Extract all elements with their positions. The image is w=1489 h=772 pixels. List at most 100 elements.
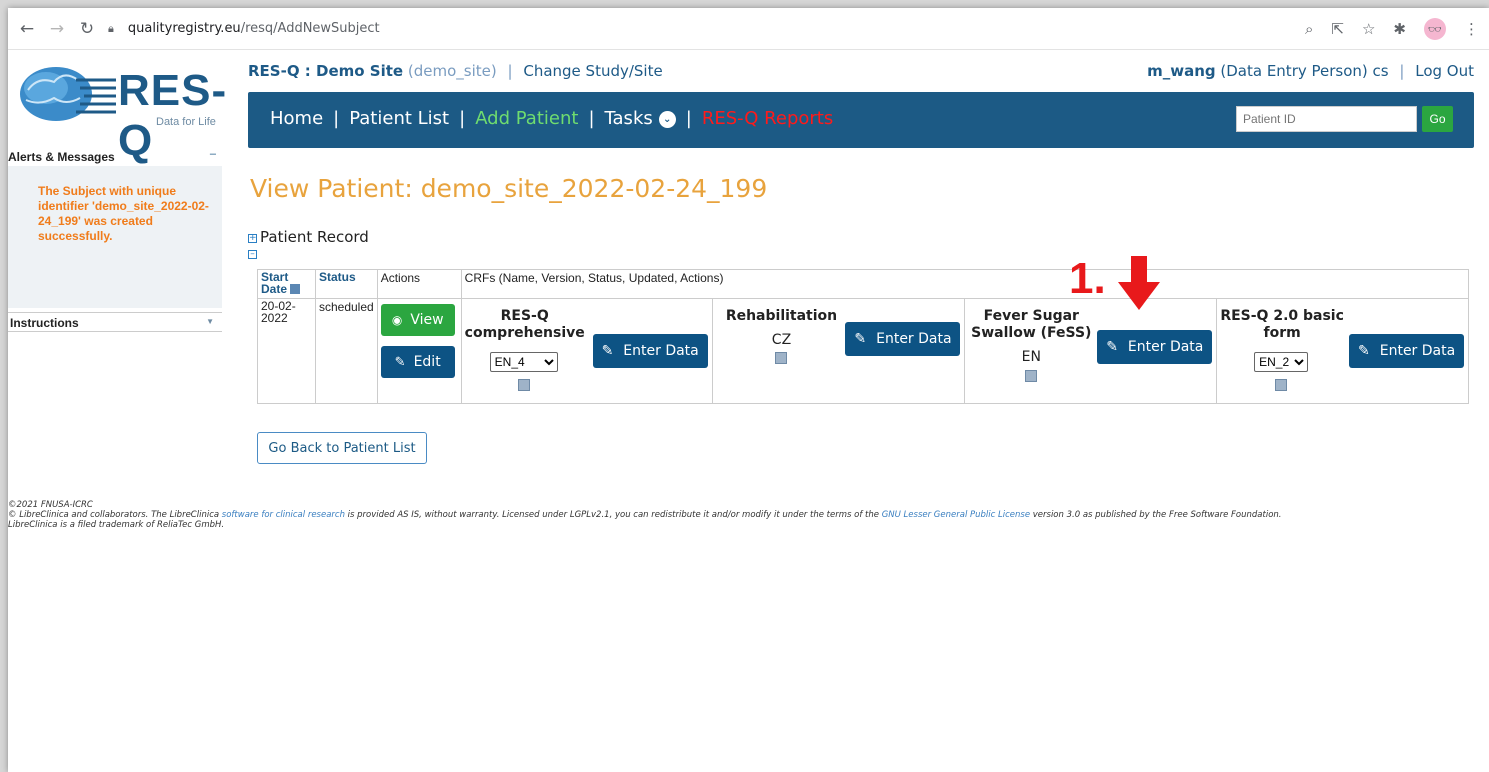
edit-pencil-icon: ✎ (854, 331, 867, 347)
back-arrow-icon[interactable]: ← (16, 19, 38, 39)
address-bar[interactable]: qualityregistry.eu/resq/AddNewSubject (128, 21, 380, 36)
alert-message: The Subject with unique identifier 'demo… (38, 184, 209, 243)
patient-record-label: Patient Record (260, 228, 369, 246)
go-button[interactable]: Go (1422, 106, 1453, 132)
extensions-puzzle-icon[interactable]: ✱ (1393, 20, 1406, 38)
edit-pencil-icon: ✎ (601, 343, 614, 359)
alerts-header: Alerts & Messages – (8, 148, 222, 164)
expand-plus-icon[interactable]: + (248, 234, 257, 243)
study-name: RES-Q : Demo Site (248, 62, 404, 80)
menu-kebab-icon[interactable]: ⋮ (1464, 20, 1479, 38)
crf-name: RES-Q 2.0 basic form (1220, 308, 1344, 341)
document-icon[interactable] (517, 379, 530, 391)
footer-link-software[interactable]: software for clinical research (222, 510, 345, 520)
lock-icon[interactable]: 🔒︎ (108, 22, 114, 36)
chevron-down-icon[interactable]: ⌄ (658, 111, 676, 128)
brain-logo-icon (20, 67, 116, 121)
crf-version-select[interactable]: EN_4 (489, 352, 558, 372)
separator: | (1399, 62, 1405, 80)
browser-window: ← → ↻ 🔒︎ qualityregistry.eu/resq/AddNewS… (8, 8, 1489, 772)
site-code: (demo_site) (407, 62, 497, 80)
column-header-status[interactable]: Status (314, 269, 378, 299)
document-icon[interactable] (1025, 370, 1038, 382)
page-title: View Patient: demo_site_2022-02-24_199 (250, 174, 768, 203)
separator: | (507, 62, 513, 80)
nav-separator: | (685, 108, 692, 129)
sort-icon[interactable] (290, 284, 301, 294)
zoom-icon[interactable]: ⌕ (1305, 20, 1313, 38)
change-study-link[interactable]: Change Study/Site (523, 62, 662, 80)
footer-trademark: LibreClinica is a filed trademark of Rel… (8, 520, 225, 530)
crf-cell: RES-Q 2.0 basic form EN_2 ✎ Enter Data (1216, 298, 1469, 404)
annotation-step-label: 1. (1069, 254, 1106, 303)
bookmark-star-icon[interactable]: ☆ (1362, 20, 1375, 38)
crf-name: RES-Q comprehensive (464, 308, 585, 341)
patient-id-search-input[interactable] (1236, 106, 1417, 132)
start-date-cell: 20-02-2022 (257, 298, 316, 404)
footer-license: © LibreClinica and collaborators. The Li… (8, 510, 1282, 520)
instructions-header[interactable]: Instructions ▼ (8, 312, 222, 332)
actions-cell: ◉ View ✎ Edit (376, 298, 462, 404)
annotation-arrow-icon (1118, 256, 1160, 310)
url-host: qualityregistry.eu (127, 21, 241, 36)
footer-link-lgpl[interactable]: GNU Lesser General Public License (882, 510, 1030, 520)
profile-avatar-icon[interactable]: 👓︎ (1424, 18, 1446, 40)
alerts-panel: The Subject with unique identifier 'demo… (8, 166, 222, 308)
enter-data-button[interactable]: ✎ Enter Data (1097, 330, 1213, 364)
language[interactable]: cs (1373, 62, 1389, 80)
nav-separator: | (333, 108, 340, 129)
logo-subtitle: Data for Life (156, 116, 216, 128)
column-header-actions: Actions (376, 269, 462, 299)
expand-triangle-icon[interactable]: ▼ (206, 317, 214, 326)
document-icon[interactable] (775, 352, 788, 364)
nav-home[interactable]: Home (270, 108, 323, 129)
username[interactable]: m_wang (1147, 62, 1216, 80)
column-header-crfs: CRFs (Name, Version, Status, Updated, Ac… (460, 269, 1470, 299)
instructions-title: Instructions (10, 316, 79, 330)
share-icon[interactable]: ⇱ (1331, 20, 1344, 38)
study-bar: RES-Q : Demo Site (demo_site) | Change S… (248, 62, 1474, 80)
patient-events-table: Start Date Status Actions CRFs (Name, Ve… (257, 269, 1470, 404)
logout-link[interactable]: Log Out (1415, 62, 1474, 80)
url-path: /resq/AddNewSubject (240, 21, 380, 36)
status-cell: scheduled (314, 298, 378, 404)
main-navbar: Home | Patient List | Add Patient | Tasks ⌄ | RES… (248, 92, 1474, 148)
resq-logo[interactable]: RES-Q Data for Life (16, 60, 231, 165)
crf-version-select[interactable]: EN_2 (1254, 352, 1309, 372)
nav-patient-list[interactable]: Patient List (349, 108, 449, 129)
edit-pencil-icon: ✎ (1106, 339, 1118, 355)
column-header-start-date[interactable]: Start Date (257, 269, 316, 299)
user-role: (Data Entry Person) (1220, 62, 1368, 80)
go-back-button[interactable]: Go Back to Patient List (257, 432, 427, 464)
user-info: m_wang (Data Entry Person) cs | Log Out (1147, 62, 1474, 80)
footer: ©2021 FNUSA-ICRC © LibreClinica and coll… (8, 500, 1489, 530)
crf-cell: RES-Q comprehensive EN_4 ✎ Enter Data (460, 298, 714, 404)
crf-version: EN (1021, 349, 1041, 365)
document-icon[interactable] (1275, 379, 1288, 391)
forward-arrow-icon[interactable]: → (46, 19, 68, 39)
crf-name: Fever Sugar Swallow (FeSS) (971, 308, 1092, 341)
nav-reports[interactable]: RES-Q Reports (702, 108, 833, 129)
nav-separator: | (459, 108, 466, 129)
alerts-title: Alerts & Messages (8, 150, 115, 164)
edit-button[interactable]: ✎ Edit (380, 346, 455, 378)
nav-tasks[interactable]: Tasks (605, 108, 653, 129)
enter-data-button[interactable]: ✎ Enter Data (845, 322, 961, 356)
page-content: RES-Q Data for Life Alerts & Messages – … (8, 50, 1489, 772)
table-row: 20-02-2022 scheduled ◉ View ✎ Edit RES-Q c… (257, 298, 1469, 404)
nav-add-patient[interactable]: Add Patient (475, 108, 578, 129)
reload-icon[interactable]: ↻ (76, 19, 98, 39)
nav-separator: | (588, 108, 595, 129)
collapse-minus-icon[interactable]: – (248, 250, 257, 259)
eye-icon: ◉ (391, 313, 403, 327)
edit-pencil-icon: ✎ (394, 354, 406, 370)
crf-cell: Rehabilitation CZ ✎ Enter Data (712, 298, 966, 404)
enter-data-button[interactable]: ✎ Enter Data (592, 334, 708, 368)
browser-toolbar: ← → ↻ 🔒︎ qualityregistry.eu/resq/AddNewS… (8, 8, 1489, 50)
minimize-icon[interactable]: – (210, 148, 216, 160)
patient-record-toggle[interactable]: + Patient Record (248, 228, 369, 246)
view-button[interactable]: ◉ View (380, 304, 455, 336)
enter-data-button[interactable]: ✎ Enter Data (1349, 334, 1465, 368)
footer-copyright: ©2021 FNUSA-ICRC (8, 500, 93, 510)
crf-version: CZ (771, 332, 792, 348)
